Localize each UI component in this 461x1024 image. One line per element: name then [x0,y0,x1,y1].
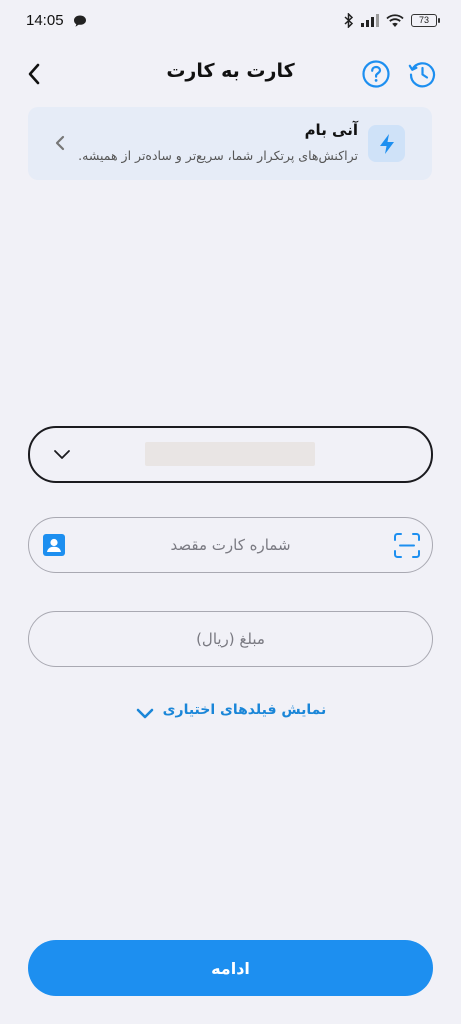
scan-card-icon[interactable] [393,532,421,559]
bluetooth-icon [344,13,354,28]
source-card-value-redacted [145,442,315,466]
chat-bubble-icon [74,15,86,27]
optional-fields-label: نمایش فیلدهای اختیاری [162,702,327,718]
lightning-icon [379,133,394,154]
destination-card-input[interactable] [89,518,372,572]
promo-description: تراکنش‌های پرتکرار شما، سریع‌تر و ساده‌ت… [78,148,358,163]
destination-card-field [28,517,433,573]
continue-button[interactable]: ادامه [28,940,433,996]
wifi-icon [386,14,404,27]
promo-title: آنی بام [304,121,358,139]
promo-icon-box [368,125,405,162]
battery-icon: 73 [411,14,440,27]
contact-book-icon[interactable] [42,533,66,557]
optional-fields-toggle[interactable]: نمایش فیلدهای اختیاری [0,695,461,725]
source-card-select[interactable] [28,426,433,483]
status-icons: 73 [344,13,440,28]
chevron-down-icon [54,450,70,459]
chevron-left-icon [55,135,65,151]
amount-field [28,611,433,667]
status-time: 14:05 [26,12,64,29]
page-title: کارت به کارت [166,60,295,82]
chevron-down-icon [136,708,153,719]
help-circle-icon[interactable] [361,59,391,89]
signal-icon [361,14,379,27]
promo-banner[interactable]: آنی بام تراکنش‌های پرتکرار شما، سریع‌تر … [28,107,432,180]
status-bar: 14:05 73 [0,0,461,44]
app-header: کارت به کارت [0,48,461,100]
amount-input[interactable] [53,612,408,666]
history-icon[interactable] [407,59,437,89]
